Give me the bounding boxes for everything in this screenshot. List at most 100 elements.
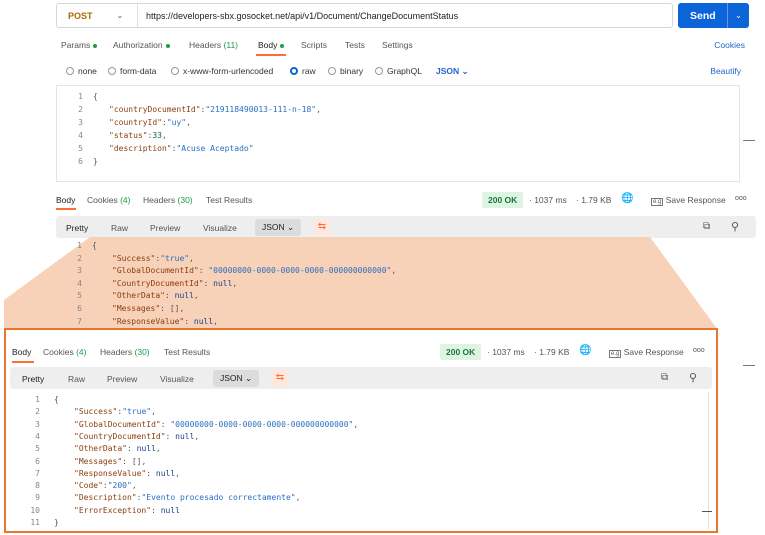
headers-count: (11) bbox=[223, 40, 239, 50]
resp-tab-cookies[interactable]: Cookies (4) bbox=[43, 347, 86, 357]
send-button[interactable]: Send ⌄ bbox=[678, 3, 749, 28]
method-select[interactable]: POST ⌄ bbox=[57, 4, 138, 27]
resp-tab-test-results[interactable]: Test Results bbox=[206, 195, 252, 205]
json-separator: : bbox=[160, 304, 170, 313]
globe-icon[interactable]: 🌐 bbox=[579, 345, 591, 356]
scrollbar[interactable] bbox=[708, 392, 709, 529]
tab-scripts[interactable]: Scripts bbox=[301, 40, 327, 50]
active-dot-icon bbox=[165, 43, 170, 48]
json-comma: , bbox=[213, 316, 218, 326]
view-visualize[interactable]: Visualize bbox=[203, 223, 237, 233]
json-value: null bbox=[213, 278, 233, 288]
copy-icon[interactable]: ⧉ bbox=[661, 372, 668, 383]
globe-icon[interactable]: 🌐 bbox=[621, 193, 633, 204]
radio-label: form-data bbox=[120, 66, 157, 76]
radio-label: none bbox=[78, 66, 97, 76]
save-response-button[interactable]: e.g Save Response bbox=[651, 195, 726, 206]
tab-authorization[interactable]: Authorization bbox=[113, 40, 170, 50]
json-value: 33 bbox=[152, 131, 162, 140]
more-icon[interactable]: ooo bbox=[693, 347, 705, 354]
tab-settings[interactable]: Settings bbox=[382, 40, 413, 50]
line-number: 9 bbox=[35, 493, 40, 503]
code-line: "description":"Acuse Aceptado" bbox=[109, 142, 254, 155]
json-value: null bbox=[160, 505, 180, 515]
chevron-down-icon[interactable]: ⌄ bbox=[727, 3, 749, 28]
json-key: "description" bbox=[109, 144, 172, 153]
cookies-link[interactable]: Cookies bbox=[714, 40, 745, 50]
more-icon[interactable]: ooo bbox=[735, 195, 747, 202]
json-value: null bbox=[136, 444, 156, 454]
json-entry: "description":"Acuse Aceptado" bbox=[109, 144, 254, 153]
json-separator: : bbox=[198, 266, 209, 276]
tab-label: Cookies bbox=[87, 195, 118, 205]
brace: { bbox=[93, 92, 98, 101]
line-number: 7 bbox=[77, 316, 82, 326]
response-format-select[interactable]: JSON ⌄ bbox=[255, 219, 302, 236]
view-preview[interactable]: Preview bbox=[150, 223, 180, 233]
tab-headers[interactable]: Headers (11) bbox=[189, 40, 238, 50]
radio-none[interactable]: none bbox=[66, 66, 97, 76]
beautify-button[interactable]: Beautify bbox=[710, 66, 741, 76]
json-comma: , bbox=[353, 419, 359, 429]
json-separator: : bbox=[126, 444, 137, 454]
resp-tab-cookies[interactable]: Cookies (4) bbox=[87, 195, 130, 205]
json-separator: : bbox=[122, 456, 132, 466]
view-preview[interactable]: Preview bbox=[107, 374, 137, 384]
radio-form-data[interactable]: form-data bbox=[108, 66, 156, 76]
view-raw[interactable]: Raw bbox=[68, 374, 85, 384]
resp-tab-headers[interactable]: Headers (30) bbox=[143, 195, 193, 205]
json-value: "219118490013-111-n-18" bbox=[205, 105, 317, 114]
line-number: 4 bbox=[77, 278, 82, 288]
request-url-bar: POST ⌄ https://developers-sbx.gosocket.n… bbox=[56, 3, 673, 28]
resize-handle[interactable] bbox=[743, 365, 755, 366]
json-entry: "Description":"Evento procesado correcta… bbox=[74, 493, 300, 502]
view-raw[interactable]: Raw bbox=[111, 223, 128, 233]
radio-label: GraphQL bbox=[387, 66, 422, 76]
json-key: "ResponseValue" bbox=[112, 316, 185, 326]
radio-circle bbox=[66, 67, 74, 75]
tab-params[interactable]: Params bbox=[61, 40, 98, 50]
radio-binary[interactable]: binary bbox=[328, 66, 363, 76]
response-body-editor[interactable]: 1{2 "Success":"true", 3 "GlobalDocumentId":… bbox=[10, 392, 712, 529]
wrap-lines-icon[interactable]: ⇆ bbox=[272, 370, 288, 386]
json-entry: "Messages": [], bbox=[74, 457, 146, 466]
active-tab-underline bbox=[12, 361, 34, 363]
save-response-button[interactable]: e.g Save Response bbox=[609, 347, 684, 358]
request-body-editor[interactable]: 1 {2 "countryDocumentId":"219118490013-111… bbox=[56, 85, 740, 182]
radio-raw[interactable]: raw bbox=[290, 66, 316, 76]
radio-urlencoded[interactable]: x-www-form-urlencoded bbox=[171, 66, 273, 76]
json-entry: "Code":"200", bbox=[74, 481, 137, 490]
line-number: 2 bbox=[77, 253, 82, 263]
wrap-lines-icon[interactable]: ⇆ bbox=[314, 219, 330, 235]
view-visualize[interactable]: Visualize bbox=[160, 374, 194, 384]
resp-tab-body[interactable]: Body bbox=[12, 347, 31, 357]
resp-tab-body[interactable]: Body bbox=[56, 195, 75, 205]
tab-body[interactable]: Body bbox=[258, 40, 285, 50]
format-select[interactable]: JSON ⌄ bbox=[436, 66, 469, 77]
response-format-select[interactable]: JSON ⌄ bbox=[213, 370, 260, 387]
cookies-count: (4) bbox=[76, 347, 87, 357]
search-icon[interactable]: ⚲ bbox=[689, 371, 697, 384]
code-line: "Messages": [], bbox=[74, 456, 146, 468]
search-icon[interactable]: ⚲ bbox=[731, 220, 739, 233]
view-pretty[interactable]: Pretty bbox=[22, 374, 44, 384]
json-entry: "ResponseValue": null, bbox=[74, 469, 180, 478]
view-pretty[interactable]: Pretty bbox=[66, 223, 88, 233]
json-key: "Success" bbox=[112, 253, 156, 263]
url-input[interactable]: https://developers-sbx.gosocket.net/api/… bbox=[138, 11, 458, 21]
radio-graphql[interactable]: GraphQL bbox=[375, 66, 422, 76]
resp-tab-headers[interactable]: Headers (30) bbox=[100, 347, 150, 357]
line-number: 3 bbox=[78, 118, 83, 127]
json-key: "Messages" bbox=[112, 304, 161, 313]
json-separator: : bbox=[160, 419, 171, 429]
copy-icon[interactable]: ⧉ bbox=[703, 221, 710, 232]
json-key: "Code" bbox=[74, 481, 103, 491]
resize-handle[interactable] bbox=[743, 140, 755, 141]
resp-tab-test-results[interactable]: Test Results bbox=[164, 347, 210, 357]
resize-handle[interactable] bbox=[702, 511, 712, 512]
line-number: 3 bbox=[35, 419, 40, 429]
code-line: "Success":"true", bbox=[74, 406, 156, 418]
tab-tests[interactable]: Tests bbox=[345, 40, 365, 50]
chevron-down-icon: ⌄ bbox=[461, 66, 469, 76]
json-key: "countryDocumentId" bbox=[109, 105, 201, 114]
